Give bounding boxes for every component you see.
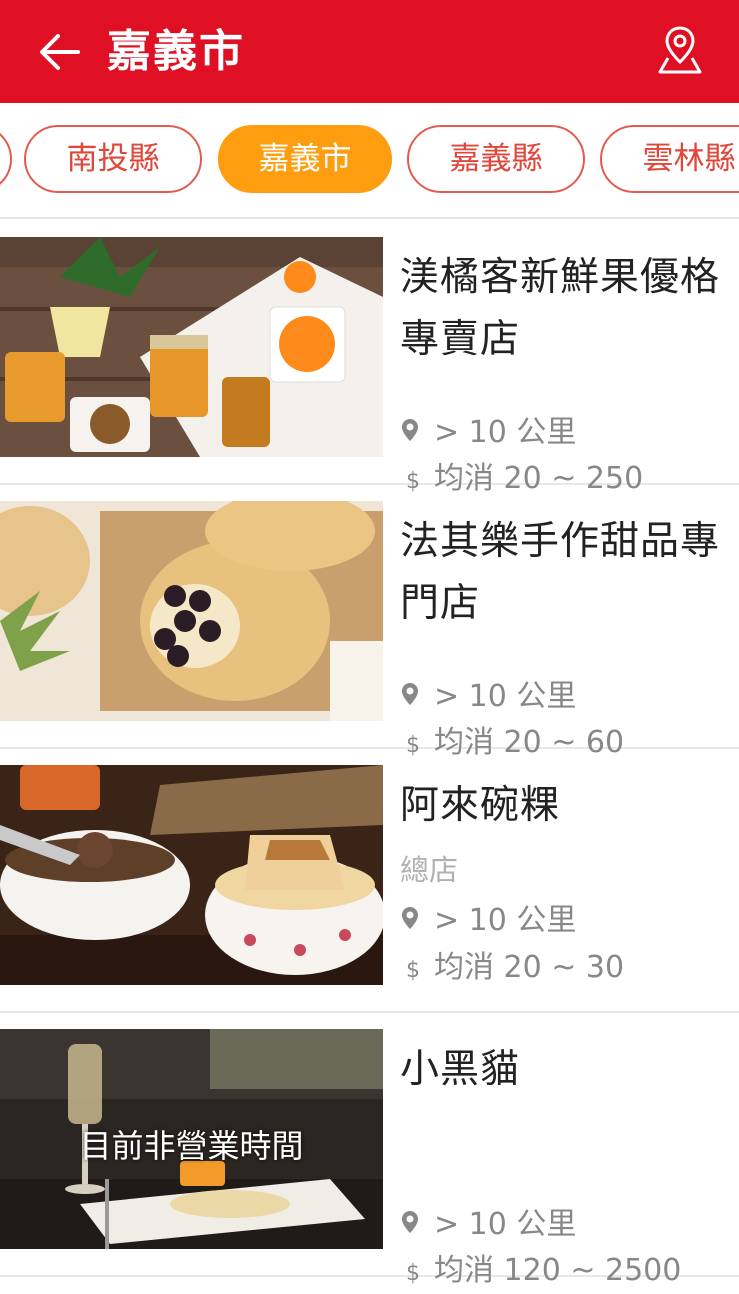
shop-price: $ 均消 120 ~ 2500 <box>400 1251 681 1291</box>
tab-chiayi-county[interactable]: 嘉義縣 <box>407 125 585 193</box>
price-text: 均消 120 ~ 2500 <box>434 1253 682 1288</box>
shop-price: $ 均消 20 ~ 30 <box>400 948 624 988</box>
shop-name: 渼橘客新鮮果優格專賣店 <box>400 255 721 362</box>
arrow-left-icon <box>40 34 80 70</box>
shop-name: 法其樂手作甜品專門店 <box>400 519 721 626</box>
tab-nantou[interactable]: 南投縣 <box>24 125 202 193</box>
region-tabs: 南投縣 嘉義市 嘉義縣 雲林縣 <box>0 103 739 219</box>
shop-branch: 總店 <box>400 853 459 887</box>
location-pin-icon <box>400 414 426 454</box>
shop-distance: > 10 公里 <box>400 413 576 453</box>
shop-photo <box>0 237 383 457</box>
distance-text: > 10 公里 <box>434 679 577 714</box>
location-pin-icon <box>400 1206 426 1246</box>
shop-card[interactable]: 渼橘客新鮮果優格專賣店 > 10 公里 $ 均消 20 ~ 250 <box>0 219 739 496</box>
page-title: 嘉義市 <box>107 26 245 77</box>
distance-text: > 10 公里 <box>434 1207 577 1242</box>
tab-yunlin[interactable]: 雲林縣 <box>600 125 739 193</box>
closed-status-label: 目前非營業時間 <box>79 1127 304 1165</box>
location-pin-icon <box>400 902 426 942</box>
shop-photo <box>0 501 383 721</box>
shop-name: 小黑貓 <box>400 1047 521 1092</box>
shop-name: 阿來碗粿 <box>400 783 561 828</box>
shop-card[interactable]: 法其樂手作甜品專門店 > 10 公里 $ 均消 20 ~ 60 <box>0 483 739 760</box>
shop-distance: > 10 公里 <box>400 1205 576 1245</box>
map-pin-icon <box>658 26 702 74</box>
dollar-icon: $ <box>406 958 420 983</box>
tab-chiayi-city[interactable]: 嘉義市 <box>218 125 392 193</box>
shop-distance: > 10 公里 <box>400 677 576 717</box>
back-button[interactable] <box>30 22 90 82</box>
app-header: 嘉義市 <box>0 0 739 103</box>
price-text: 均消 20 ~ 30 <box>434 950 625 985</box>
dollar-icon: $ <box>406 1261 420 1286</box>
shop-card[interactable]: 阿來碗粿 總店 > 10 公里 $ 均消 20 ~ 30 <box>0 747 739 1013</box>
location-pin-icon <box>400 678 426 718</box>
map-button[interactable] <box>650 20 710 80</box>
shop-card[interactable]: 目前非營業時間 小黑貓 > 10 公里 $ 均消 120 ~ 2500 <box>0 1011 739 1288</box>
shop-photo: 目前非營業時間 <box>0 1029 383 1249</box>
distance-text: > 10 公里 <box>434 903 577 938</box>
shop-distance: > 10 公里 <box>400 901 576 941</box>
distance-text: > 10 公里 <box>434 415 577 450</box>
shop-photo <box>0 765 383 985</box>
tab-previous-region[interactable] <box>0 125 12 193</box>
